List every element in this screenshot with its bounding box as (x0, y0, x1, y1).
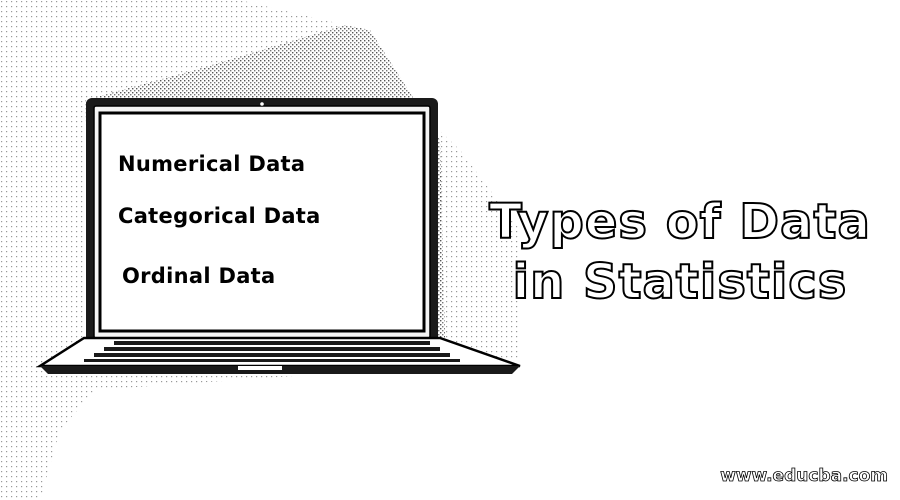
screen-item-numerical: Numerical Data (118, 152, 306, 176)
webcam-icon (260, 102, 264, 106)
headline-line-1: Types of Data (488, 194, 871, 250)
headline-line-2: in Statistics (512, 254, 848, 310)
footer-url: www.educba.com (720, 466, 889, 487)
illustration: Numerical Data Categorical Data Ordinal … (0, 0, 900, 500)
screen-item-categorical: Categorical Data (118, 204, 321, 228)
screen-item-ordinal: Ordinal Data (122, 264, 276, 288)
laptop-illustration (0, 0, 521, 500)
trackpad (238, 366, 282, 370)
